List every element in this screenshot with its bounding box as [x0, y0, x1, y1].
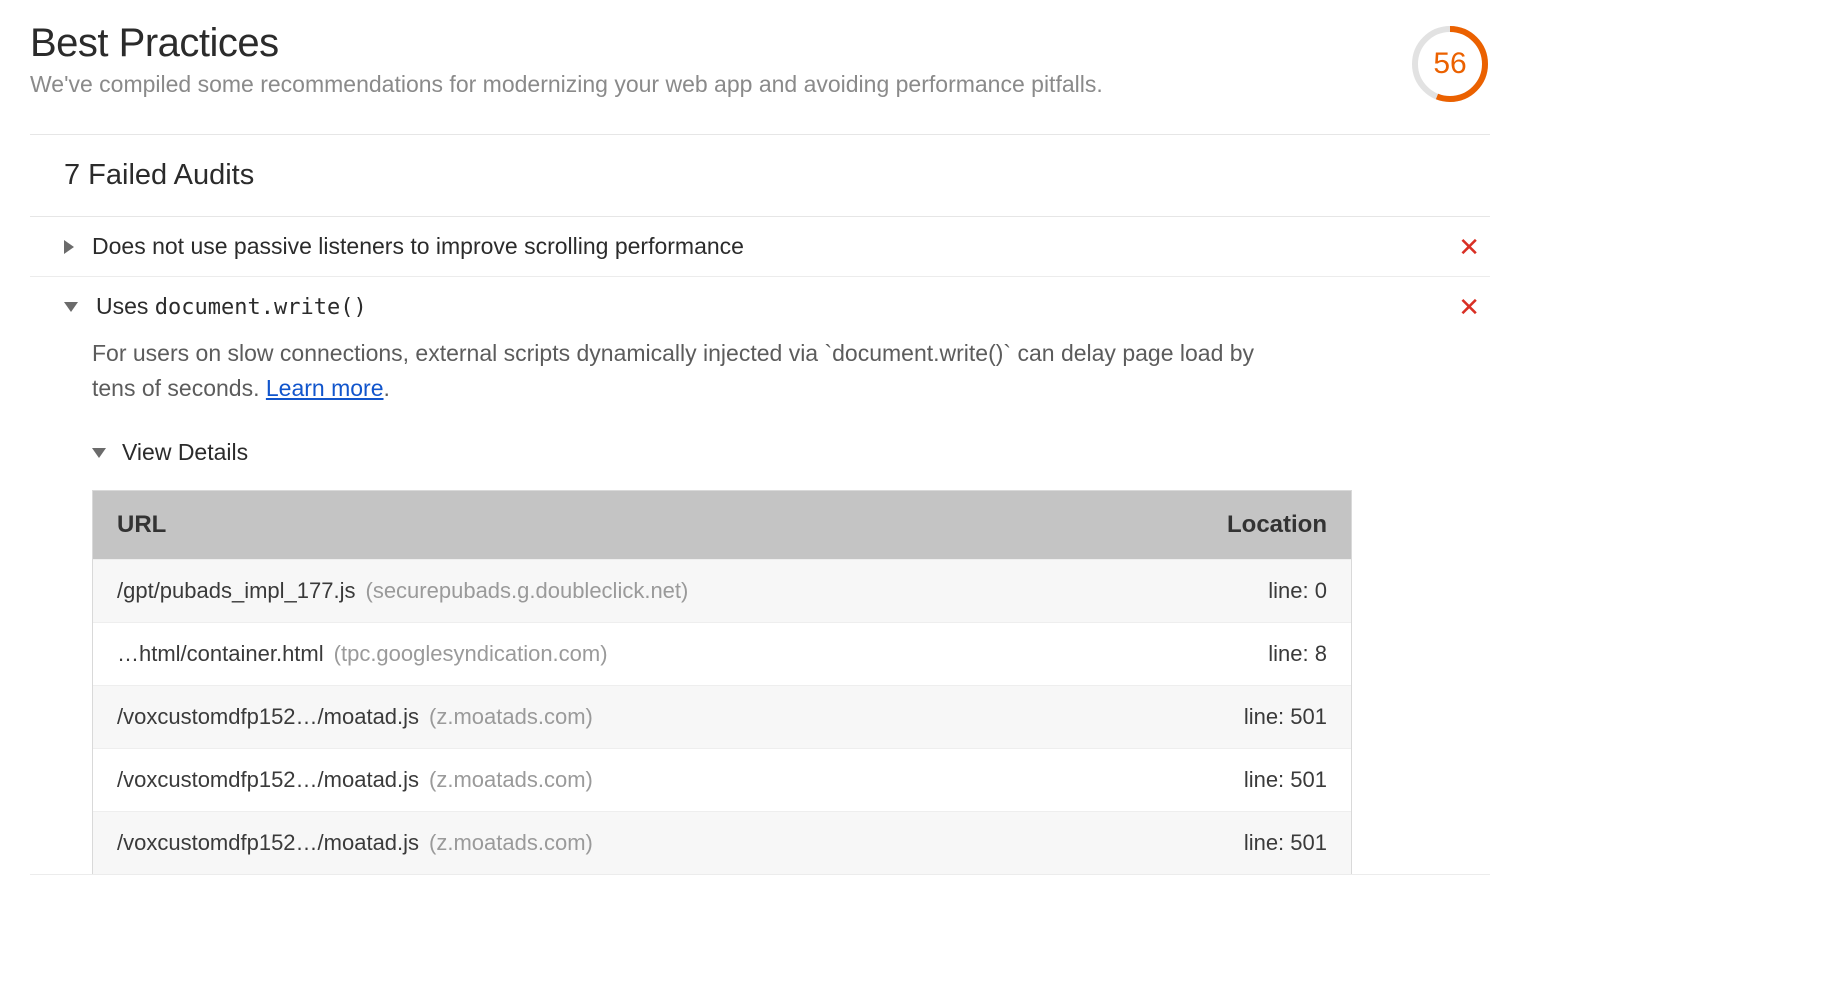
table-row: /gpt/pubads_impl_177.js(securepubads.g.d…	[93, 559, 1351, 622]
table-row: /voxcustomdfp152…/moatad.js(z.moatads.co…	[93, 685, 1351, 748]
col-header-location: Location	[1127, 511, 1327, 539]
cell-location: line: 0	[1127, 578, 1327, 604]
score-value: 56	[1433, 47, 1466, 81]
cell-location: line: 501	[1127, 830, 1327, 856]
cell-url: /voxcustomdfp152…/moatad.js(z.moatads.co…	[117, 704, 1127, 730]
audit-toggle[interactable]: Uses document.write() ✕	[30, 277, 1490, 336]
view-details-toggle[interactable]: View Details	[30, 425, 1490, 490]
cell-url: …html/container.html(tpc.googlesyndicati…	[117, 641, 1127, 667]
report-header: Best Practices We've compiled some recom…	[30, 22, 1490, 135]
audit-description: For users on slow connections, external …	[30, 336, 1490, 425]
table-row: /voxcustomdfp152…/moatad.js(z.moatads.co…	[93, 811, 1351, 874]
failed-audits-heading: 7 Failed Audits	[30, 135, 1490, 217]
view-details-label: View Details	[122, 439, 248, 466]
cell-url: /gpt/pubads_impl_177.js(securepubads.g.d…	[117, 578, 1127, 604]
chevron-down-icon	[92, 448, 106, 458]
table-row: …html/container.html(tpc.googlesyndicati…	[93, 622, 1351, 685]
cell-location: line: 501	[1127, 767, 1327, 793]
audit-item: Does not use passive listeners to improv…	[30, 217, 1490, 277]
chevron-right-icon	[64, 240, 74, 254]
report-title: Best Practices	[30, 22, 1103, 64]
chevron-down-icon	[64, 302, 78, 312]
learn-more-link[interactable]: Learn more	[266, 375, 384, 401]
audit-toggle[interactable]: Does not use passive listeners to improv…	[30, 217, 1490, 276]
fail-icon: ✕	[1458, 234, 1490, 260]
cell-url: /voxcustomdfp152…/moatad.js(z.moatads.co…	[117, 830, 1127, 856]
report-subtitle: We've compiled some recommendations for …	[30, 70, 1103, 100]
score-gauge: 56	[1410, 24, 1490, 104]
cell-location: line: 8	[1127, 641, 1327, 667]
cell-location: line: 501	[1127, 704, 1327, 730]
table-row: /voxcustomdfp152…/moatad.js(z.moatads.co…	[93, 748, 1351, 811]
audit-title: Does not use passive listeners to improv…	[92, 233, 1458, 260]
col-header-url: URL	[117, 511, 1127, 539]
cell-url: /voxcustomdfp152…/moatad.js(z.moatads.co…	[117, 767, 1127, 793]
audit-item: Uses document.write() ✕ For users on slo…	[30, 277, 1490, 875]
audit-title: Uses document.write()	[96, 293, 1458, 320]
details-table: URL Location /gpt/pubads_impl_177.js(sec…	[92, 490, 1352, 874]
fail-icon: ✕	[1458, 294, 1490, 320]
table-header: URL Location	[93, 491, 1351, 559]
